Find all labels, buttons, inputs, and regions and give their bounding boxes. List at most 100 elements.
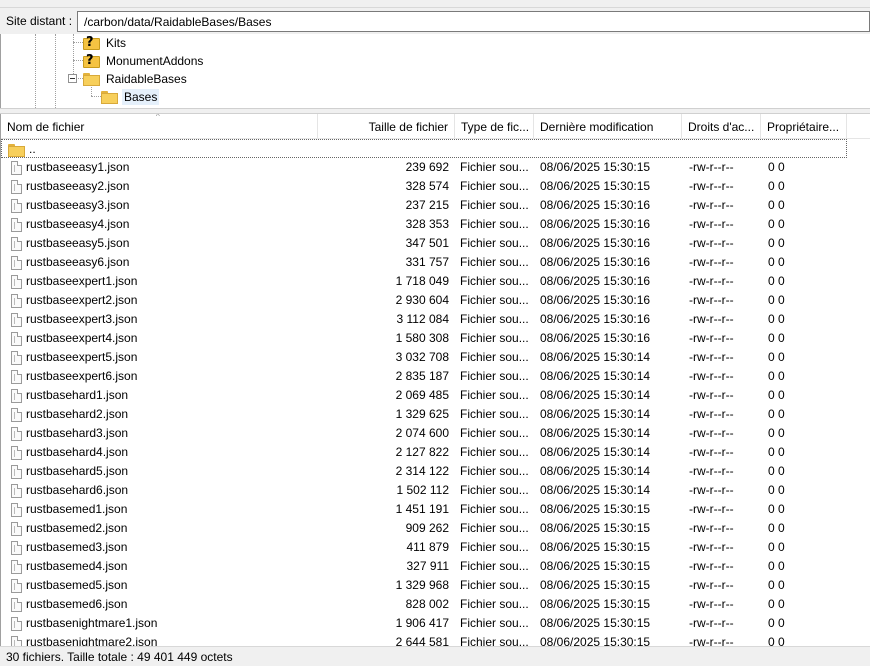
tree-item-kits[interactable]: ? Kits — [83, 34, 128, 52]
file-row[interactable]: rustbaseexpert5.json 3 032 708 Fichier sou… — [1, 348, 870, 367]
file-owner: 0 0 — [768, 483, 785, 497]
column-header-modified[interactable]: Dernière modification — [534, 114, 682, 139]
file-row[interactable]: rustbaseeasy5.json 347 501 Fichier sou... 0… — [1, 234, 870, 253]
collapse-toggle-icon[interactable] — [68, 74, 77, 83]
file-size: 909 262 — [405, 521, 449, 535]
file-row[interactable]: rustbasehard3.json 2 074 600 Fichier sou..… — [1, 424, 870, 443]
remote-directory-tree[interactable]: ? Kits ? MonumentAddons RaidableBases Ba… — [0, 34, 870, 108]
column-header-owner[interactable]: Propriétaire... — [761, 114, 847, 139]
file-owner: 0 0 — [768, 597, 785, 611]
file-modified: 08/06/2025 15:30:14 — [540, 464, 651, 478]
parent-directory-row[interactable]: .. — [1, 139, 847, 158]
remote-file-list[interactable]: ^ Nom de fichier Taille de fichier Type … — [0, 114, 870, 646]
file-owner: 0 0 — [768, 331, 785, 345]
file-icon — [11, 597, 22, 612]
file-row[interactable]: rustbasemed3.json 411 879 Fichier sou... 08… — [1, 538, 870, 557]
file-row[interactable]: rustbasehard5.json 2 314 122 Fichier sou..… — [1, 462, 870, 481]
column-header-permissions[interactable]: Droits d'ac... — [682, 114, 761, 139]
file-icon — [11, 559, 22, 574]
file-row[interactable]: rustbaseexpert2.json 2 930 604 Fichier sou… — [1, 291, 870, 310]
file-row[interactable]: rustbaseeasy1.json 239 692 Fichier sou... 0… — [1, 158, 870, 177]
file-name: rustbaseeasy5.json — [26, 236, 130, 250]
file-permissions: -rw-r--r-- — [689, 331, 734, 345]
file-permissions: -rw-r--r-- — [689, 483, 734, 497]
file-type: Fichier sou... — [460, 369, 529, 383]
file-row[interactable]: rustbaseexpert4.json 1 580 308 Fichier sou… — [1, 329, 870, 348]
file-row[interactable]: rustbaseeasy3.json 237 215 Fichier sou... 0… — [1, 196, 870, 215]
file-row[interactable]: rustbasehard4.json 2 127 822 Fichier sou..… — [1, 443, 870, 462]
file-modified: 08/06/2025 15:30:15 — [540, 521, 651, 535]
open-folder-icon — [101, 90, 118, 104]
column-header-name[interactable]: Nom de fichier — [1, 114, 318, 139]
file-row[interactable]: rustbaseexpert6.json 2 835 187 Fichier sou… — [1, 367, 870, 386]
file-modified: 08/06/2025 15:30:16 — [540, 255, 651, 269]
file-modified: 08/06/2025 15:30:14 — [540, 407, 651, 421]
file-size: 2 069 485 — [395, 388, 449, 402]
tree-item-monumentaddons[interactable]: ? MonumentAddons — [83, 52, 205, 70]
file-row[interactable]: rustbasenightmare1.json 1 906 417 Fichier … — [1, 614, 870, 633]
tree-item-raidablebases[interactable]: RaidableBases — [83, 70, 189, 88]
file-size: 828 002 — [405, 597, 449, 611]
file-size: 239 692 — [405, 160, 449, 174]
file-row[interactable]: rustbaseeasy2.json 328 574 Fichier sou... 0… — [1, 177, 870, 196]
file-row[interactable]: rustbasemed5.json 1 329 968 Fichier sou...… — [1, 576, 870, 595]
file-permissions: -rw-r--r-- — [689, 426, 734, 440]
file-modified: 08/06/2025 15:30:16 — [540, 236, 651, 250]
file-permissions: -rw-r--r-- — [689, 293, 734, 307]
file-name-cell: rustbaseeasy3.json — [7, 196, 315, 215]
remote-path-input[interactable]: /carbon/data/RaidableBases/Bases — [77, 11, 870, 32]
file-modified: 08/06/2025 15:30:14 — [540, 388, 651, 402]
file-row[interactable]: rustbaseexpert3.json 3 112 084 Fichier sou… — [1, 310, 870, 329]
column-header-size[interactable]: Taille de fichier — [318, 114, 455, 139]
file-name: rustbaseexpert6.json — [26, 369, 138, 383]
file-row[interactable]: rustbasemed2.json 909 262 Fichier sou... 08… — [1, 519, 870, 538]
file-type: Fichier sou... — [460, 388, 529, 402]
file-name-cell: rustbasehard2.json — [7, 405, 315, 424]
file-row[interactable]: rustbasehard2.json 1 329 625 Fichier sou..… — [1, 405, 870, 424]
file-type: Fichier sou... — [460, 616, 529, 630]
file-name-cell: rustbasenightmare2.json — [7, 633, 315, 646]
file-name: rustbaseexpert1.json — [26, 274, 138, 288]
file-permissions: -rw-r--r-- — [689, 597, 734, 611]
file-name-cell: rustbasehard5.json — [7, 462, 315, 481]
file-type: Fichier sou... — [460, 179, 529, 193]
file-row[interactable]: rustbasenightmare2.json 2 644 581 Fichier … — [1, 633, 870, 646]
file-name-cell: rustbaseeasy6.json — [7, 253, 315, 272]
file-icon — [11, 407, 22, 422]
file-icon — [11, 578, 22, 593]
file-name-cell: rustbasemed6.json — [7, 595, 315, 614]
file-row[interactable]: rustbaseexpert1.json 1 718 049 Fichier sou… — [1, 272, 870, 291]
file-icon — [11, 350, 22, 365]
file-row[interactable]: rustbasehard1.json 2 069 485 Fichier sou..… — [1, 386, 870, 405]
file-owner: 0 0 — [768, 540, 785, 554]
tree-item-bases[interactable]: Bases — [101, 88, 160, 106]
file-row[interactable]: rustbaseeasy4.json 328 353 Fichier sou... 0… — [1, 215, 870, 234]
file-permissions: -rw-r--r-- — [689, 559, 734, 573]
file-row[interactable]: rustbasemed1.json 1 451 191 Fichier sou...… — [1, 500, 870, 519]
file-icon — [11, 179, 22, 194]
tree-guide-line — [91, 96, 101, 97]
file-modified: 08/06/2025 15:30:16 — [540, 198, 651, 212]
file-owner: 0 0 — [768, 388, 785, 402]
file-modified: 08/06/2025 15:30:15 — [540, 160, 651, 174]
file-row[interactable]: rustbaseeasy6.json 331 757 Fichier sou... 0… — [1, 253, 870, 272]
file-list-header: ^ Nom de fichier Taille de fichier Type … — [1, 114, 870, 139]
file-row[interactable]: rustbasehard6.json 1 502 112 Fichier sou..… — [1, 481, 870, 500]
file-size: 3 032 708 — [395, 350, 449, 364]
file-owner: 0 0 — [768, 616, 785, 630]
file-owner: 0 0 — [768, 312, 785, 326]
file-modified: 08/06/2025 15:30:16 — [540, 274, 651, 288]
file-size: 1 451 191 — [395, 502, 449, 516]
file-size: 1 329 968 — [395, 578, 449, 592]
file-row[interactable]: rustbasemed6.json 828 002 Fichier sou... 08… — [1, 595, 870, 614]
file-type: Fichier sou... — [460, 578, 529, 592]
file-row[interactable]: rustbasemed4.json 327 911 Fichier sou... 08… — [1, 557, 870, 576]
file-icon — [11, 331, 22, 346]
file-icon — [11, 369, 22, 384]
file-modified: 08/06/2025 15:30:16 — [540, 331, 651, 345]
file-permissions: -rw-r--r-- — [689, 236, 734, 250]
column-header-type[interactable]: Type de fic... — [455, 114, 534, 139]
file-name: rustbaseeasy4.json — [26, 217, 130, 231]
file-size: 411 879 — [406, 540, 450, 554]
file-type: Fichier sou... — [460, 445, 529, 459]
